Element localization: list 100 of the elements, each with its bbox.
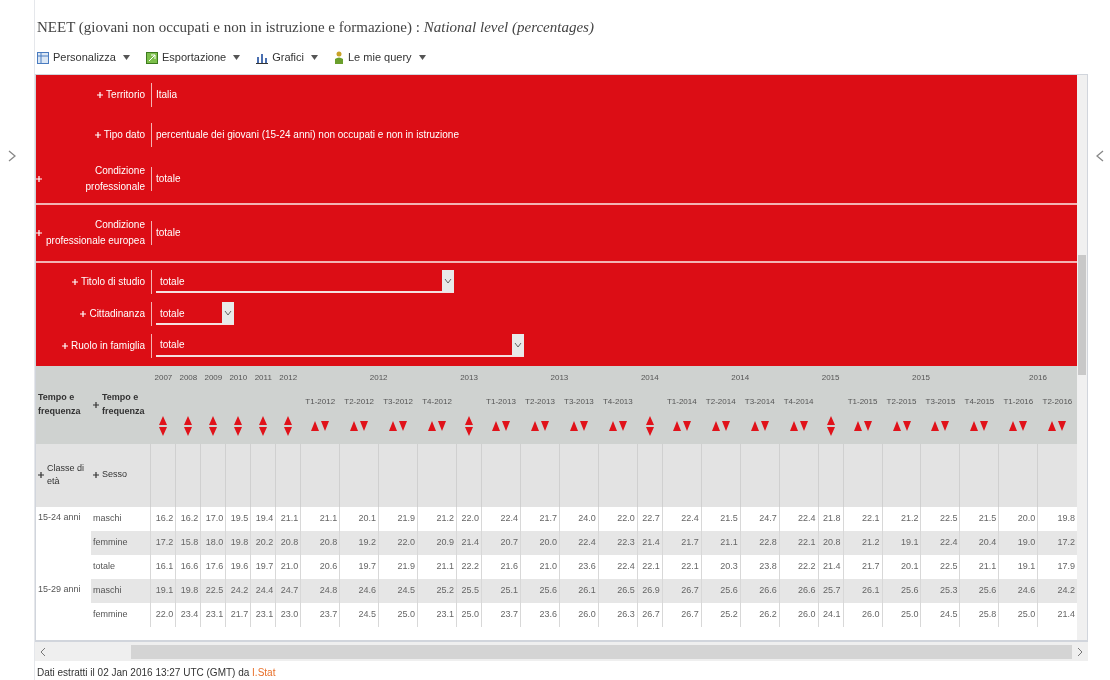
sort-icon[interactable] [465,416,474,437]
sort-icon[interactable] [284,416,293,437]
sort-icon[interactable] [492,421,510,432]
table-cell: 23.1 [417,602,457,627]
table-cell: 24.4 [250,578,276,603]
sort-icon[interactable] [645,416,654,437]
table-cell: 22.4 [779,506,819,531]
table-cell: 21.4 [818,554,844,579]
table-cell: 19.7 [339,554,379,579]
sort-icon[interactable] [184,416,193,437]
sort-icon[interactable] [970,421,989,432]
sort-icon[interactable] [711,421,730,432]
table-cell: 22.1 [662,554,702,579]
sort-icon[interactable] [853,421,872,432]
toolbar-menu-button[interactable]: Personalizza [37,49,130,66]
table-cell: 25.1 [481,578,521,603]
sort-icon[interactable] [259,416,268,437]
sort-icon[interactable] [931,421,950,432]
sort-icon[interactable] [750,421,769,432]
table-cell: 20.8 [275,530,301,555]
table-cell: 26.5 [598,578,638,603]
table-cell: 16.1 [150,554,176,579]
sort-icon[interactable] [311,421,330,432]
sort-icon[interactable] [569,421,588,432]
table-cell: 22.1 [779,530,819,555]
sort-icon[interactable] [789,421,808,432]
table-cell: 20.0 [520,530,560,555]
dropdown[interactable]: totale [156,303,234,326]
scrollbar-thumb[interactable] [131,644,1072,659]
table-cell: 19.2 [339,530,379,555]
plus-icon[interactable] [92,401,99,408]
table-cell: 25.6 [959,578,999,603]
sort-icon[interactable] [428,421,447,432]
sort-icon[interactable] [672,421,691,432]
year-header: 2014 [662,365,819,390]
sort-icon[interactable] [234,416,243,437]
export-icon [146,51,158,64]
table-cell: 21.0 [520,554,560,579]
table-cell: 21.9 [378,554,418,579]
dropdown[interactable]: totale [156,334,524,357]
table-cell: 22.0 [378,530,418,555]
table-cell: 17.0 [200,506,226,531]
table-cell: 22.4 [921,530,960,555]
sort-icon[interactable] [389,421,408,432]
sort-icon[interactable] [1009,421,1028,432]
vertical-scrollbar[interactable] [1077,74,1087,641]
table-cell: 21.6 [481,554,521,579]
filter-value: Italia [156,88,178,103]
table-cell: 20.9 [417,530,457,555]
dropdown[interactable]: totale [156,271,454,294]
sort-icon[interactable] [892,421,911,432]
table-cell: 21.8 [818,506,844,531]
table-cell: 21.7 [225,602,251,627]
toolbar-menu-button[interactable]: Grafici [256,49,318,66]
sort-icon[interactable] [608,421,627,432]
table-cell: 22.4 [481,506,521,531]
chevron-left-icon[interactable] [1096,150,1104,162]
caret-icon [418,55,426,61]
table-cell: 21.1 [275,506,301,531]
quarter-header: T4-2013 [598,389,638,414]
plus-icon[interactable] [92,472,99,479]
table-cell: 24.6 [339,578,379,603]
table-cell: 23.4 [175,602,201,627]
table-cell: 20.6 [300,554,340,579]
filter-label: Territorio [106,87,145,102]
year-header: 2015 [843,365,999,390]
scrollbar-thumb[interactable] [1078,254,1086,375]
row-group-label: 15-24 anni [36,506,91,579]
table-cell: 20.1 [882,554,921,579]
table-cell: 21.0 [275,554,301,579]
table-cell: 16.2 [150,506,176,531]
table-cell: 25.0 [998,602,1038,627]
table-cell: 21.4 [637,530,663,555]
person-icon [334,51,344,65]
table-cell: 21.4 [1037,602,1077,627]
toolbar-menu-button[interactable]: Le mie query [334,49,426,66]
table-cell: 22.4 [662,506,702,531]
toolbar-menu-button[interactable]: Esportazione [146,49,241,66]
table-cell: 21.7 [520,506,560,531]
table-cell: 26.0 [843,602,883,627]
table-cell: 25.6 [701,578,741,603]
horizontal-scrollbar[interactable] [35,641,1088,661]
table-cell: 26.1 [843,578,883,603]
table-cell: 24.2 [1037,578,1077,603]
sort-icon[interactable] [209,416,218,437]
table-cell: 20.8 [818,530,844,555]
column-header: Tempo e frequenza [101,391,146,418]
plus-icon[interactable] [38,472,44,479]
sort-icon[interactable] [1048,421,1067,432]
sort-icon[interactable] [350,421,369,432]
table-cell: 21.1 [417,554,457,579]
table-cell: 26.1 [559,578,599,603]
year-header: 2012 [300,365,457,390]
chevron-right-icon[interactable] [8,150,16,162]
bar-chart-icon [256,51,269,64]
sort-icon[interactable] [159,416,168,437]
sort-icon[interactable] [826,416,835,437]
sort-icon[interactable] [530,421,549,432]
row-header: Sesso [101,468,127,482]
table-cell: 16.2 [175,506,201,531]
